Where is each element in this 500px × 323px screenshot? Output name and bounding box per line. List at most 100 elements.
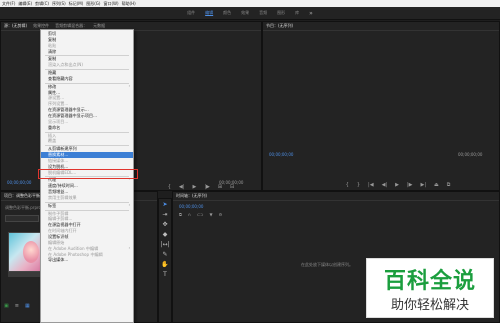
timeline-empty-hint: 在此处放下媒体以创建序列。 bbox=[301, 262, 353, 267]
menu-1[interactable]: 编辑(E) bbox=[18, 1, 32, 7]
pen-icon[interactable]: ✎ bbox=[160, 250, 170, 259]
lift-icon[interactable]: ⏏ bbox=[434, 182, 439, 188]
context-menu-item-label: 渲染入点和出点(N) bbox=[48, 62, 83, 68]
panel-tab-0[interactable]: 项目：调整色彩平衡 bbox=[4, 193, 40, 199]
workspace-tab-6[interactable]: 库 bbox=[295, 10, 299, 16]
context-menu-item-label: 清除 bbox=[48, 48, 57, 54]
icon-view-icon[interactable]: ▦ bbox=[25, 303, 30, 309]
project-bottom-toolbar: ▣ ≡ ▦ bbox=[4, 303, 30, 309]
thumbnail-face bbox=[23, 241, 39, 263]
mark-in-icon[interactable]: { bbox=[168, 184, 171, 190]
panel-tab-0[interactable]: 源：(无剪辑) bbox=[4, 23, 27, 29]
project-path: 调整色彩平衡.prproj bbox=[5, 205, 43, 210]
workspace-tab-2[interactable]: 颜色 bbox=[223, 10, 231, 16]
program-panel-header: 节目：(无序列) bbox=[263, 22, 499, 31]
context-menu-item-label: 覆盖 bbox=[48, 138, 57, 144]
context-menu-item-label: 编辑子剪辑... bbox=[48, 216, 73, 222]
workspace-bar: 组件 编辑 颜色 效果 音频 图形 库 » bbox=[0, 7, 500, 20]
context-menu-item-label: 复制 bbox=[48, 56, 57, 62]
go-to-out-icon[interactable]: ▶| bbox=[420, 182, 426, 188]
program-panel-title: 节目：(无序列) bbox=[266, 23, 294, 28]
context-menu-item-label: 查看隐藏内容 bbox=[48, 75, 73, 81]
context-menu-item-label: 序列设置... bbox=[48, 101, 69, 107]
source-timecode-left: 00;00;00;00 bbox=[7, 180, 32, 185]
context-menu-item-label: 隐藏 bbox=[48, 70, 57, 76]
timeline-title: 时间轴：(无序列) bbox=[176, 193, 208, 198]
menu-2[interactable]: 剪辑(C) bbox=[35, 1, 49, 7]
play-icon[interactable]: ▶ bbox=[395, 182, 399, 188]
workspace-tab-4[interactable]: 音频 bbox=[259, 10, 267, 16]
nest-icon[interactable]: ⧉ bbox=[179, 212, 182, 217]
step-forward-icon[interactable]: |▶ bbox=[407, 182, 413, 188]
menu-4[interactable]: 标记(M) bbox=[69, 1, 84, 7]
watermark-subtitle: 助你轻松解决 bbox=[390, 298, 469, 313]
step-back-icon[interactable]: ◀| bbox=[382, 182, 388, 188]
settings-icon[interactable]: ⚙ bbox=[219, 212, 223, 217]
context-menu-item-label: 重命名 bbox=[48, 124, 61, 130]
context-menu-item-label: 在源监视器中打开 bbox=[48, 222, 81, 228]
play-icon[interactable]: ▶ bbox=[192, 184, 196, 190]
menubar: 文件(F) 编辑(E) 剪辑(C) 序列(S) 标记(M) 图形(G) 窗口(W) 帮助(H) bbox=[0, 0, 500, 7]
step-back-icon[interactable]: ◀| bbox=[179, 184, 185, 190]
context-menu-item-label: 制作子剪辑 bbox=[48, 210, 69, 216]
menu-5[interactable]: 图形(G) bbox=[86, 1, 100, 7]
add-marker-icon[interactable]: ▼ bbox=[210, 212, 213, 217]
watermark-title: 百科全说 bbox=[383, 269, 476, 294]
context-menu-item-label: 修改 bbox=[48, 83, 57, 89]
workspace-tab-5[interactable]: 图形 bbox=[277, 10, 285, 16]
context-menu-item-label: 速度/持续时间... bbox=[48, 183, 78, 189]
step-forward-icon[interactable]: |▶ bbox=[204, 184, 210, 190]
menu-6[interactable]: 窗口(W) bbox=[103, 1, 118, 7]
source-transport-controls[interactable]: { ◀| ▶ |▶ ⊞ ⊟ bbox=[141, 184, 261, 190]
hand-icon[interactable]: ✋ bbox=[160, 260, 170, 269]
context-menu-item[interactable]: 导出媒体... bbox=[41, 257, 133, 263]
type-icon[interactable]: T bbox=[160, 270, 170, 279]
program-timecode-left: 00;00;00;00 bbox=[269, 152, 294, 157]
insert-icon[interactable]: ⊞ bbox=[218, 184, 222, 190]
workspace-tab-0[interactable]: 组件 bbox=[187, 10, 195, 16]
export-frame-icon[interactable]: ⧉ bbox=[447, 182, 451, 188]
context-menu-item-label: 导出媒体... bbox=[48, 257, 69, 263]
context-menu-item-label: 替换素材... bbox=[48, 152, 69, 158]
workspace-more-icon[interactable]: » bbox=[309, 10, 313, 17]
context-menu-item-label: 编辑原始 bbox=[48, 239, 65, 245]
context-menu-item-label: 在资源管理器中显示项目... bbox=[48, 112, 97, 118]
program-transport-controls[interactable]: { } |◀ ◀| ▶ |▶ ▶| ⏏ ⧉ bbox=[303, 182, 493, 188]
workspace-tab-3[interactable]: 效果 bbox=[241, 10, 249, 16]
context-menu-item-label: 在 Adobe Photoshop 中编辑 bbox=[48, 251, 103, 257]
go-to-in-icon[interactable]: |◀ bbox=[368, 182, 374, 188]
context-menu-item-label: 显示项目... bbox=[48, 118, 69, 124]
mark-out-icon[interactable]: } bbox=[357, 182, 360, 188]
context-menu-item-label: 在资源管理器中显示... bbox=[48, 107, 89, 113]
context-menu-item-label: 标签 bbox=[48, 202, 57, 208]
workspace-tab-1[interactable]: 编辑 bbox=[205, 10, 213, 16]
context-menu-item-label: 从剪辑新建序列 bbox=[48, 146, 77, 152]
context-menu-item-label: 在时间轴内打开 bbox=[48, 228, 77, 234]
context-menu-item-label: 设置标识帧 bbox=[48, 234, 69, 239]
context-menu-item-label: 属性... bbox=[48, 89, 61, 95]
menu-3[interactable]: 序列(S) bbox=[52, 1, 66, 7]
list-view-icon[interactable]: ≡ bbox=[15, 303, 19, 309]
program-monitor-panel: 节目：(无序列) 00;00;00;00 00;00;00;00 { } |◀ … bbox=[262, 21, 500, 191]
selection-tool-icon[interactable]: ➤ bbox=[160, 200, 170, 209]
timeline-panel-header: 时间轴：(无序列) bbox=[173, 192, 499, 201]
razor-icon[interactable]: ◆ bbox=[160, 230, 170, 239]
timeline-timecode: 00;00;00;00 bbox=[179, 204, 204, 209]
timeline-toolbar: ⧉ ∩ ⊂⊃ ▼ ⚙ bbox=[179, 212, 222, 217]
context-menu-item-label: 禁用主剪辑效果 bbox=[48, 194, 77, 200]
overwrite-icon[interactable]: ⊟ bbox=[230, 184, 234, 190]
menu-0[interactable]: 文件(F) bbox=[2, 1, 15, 7]
context-menu-item-label: 剪切 bbox=[48, 31, 57, 36]
mark-in-icon[interactable]: { bbox=[346, 182, 349, 188]
linked-selection-icon[interactable]: ⊂⊃ bbox=[197, 212, 204, 217]
track-select-icon[interactable]: ⇥ bbox=[160, 210, 170, 219]
snap-icon[interactable]: ∩ bbox=[188, 212, 191, 217]
project-search-input[interactable] bbox=[5, 215, 39, 222]
ripple-edit-icon[interactable]: ✥ bbox=[160, 220, 170, 229]
context-menu-item-label: 链接媒体... bbox=[48, 157, 69, 163]
slip-icon[interactable]: |↔| bbox=[160, 240, 170, 249]
lock-icon[interactable]: ▣ bbox=[4, 303, 9, 309]
menu-7[interactable]: 帮助(H) bbox=[122, 1, 136, 7]
context-menu-item-label: 源设置... bbox=[48, 95, 65, 101]
tools-panel: ➤ ⇥ ✥ ◆ |↔| ✎ ✋ T bbox=[158, 198, 172, 323]
